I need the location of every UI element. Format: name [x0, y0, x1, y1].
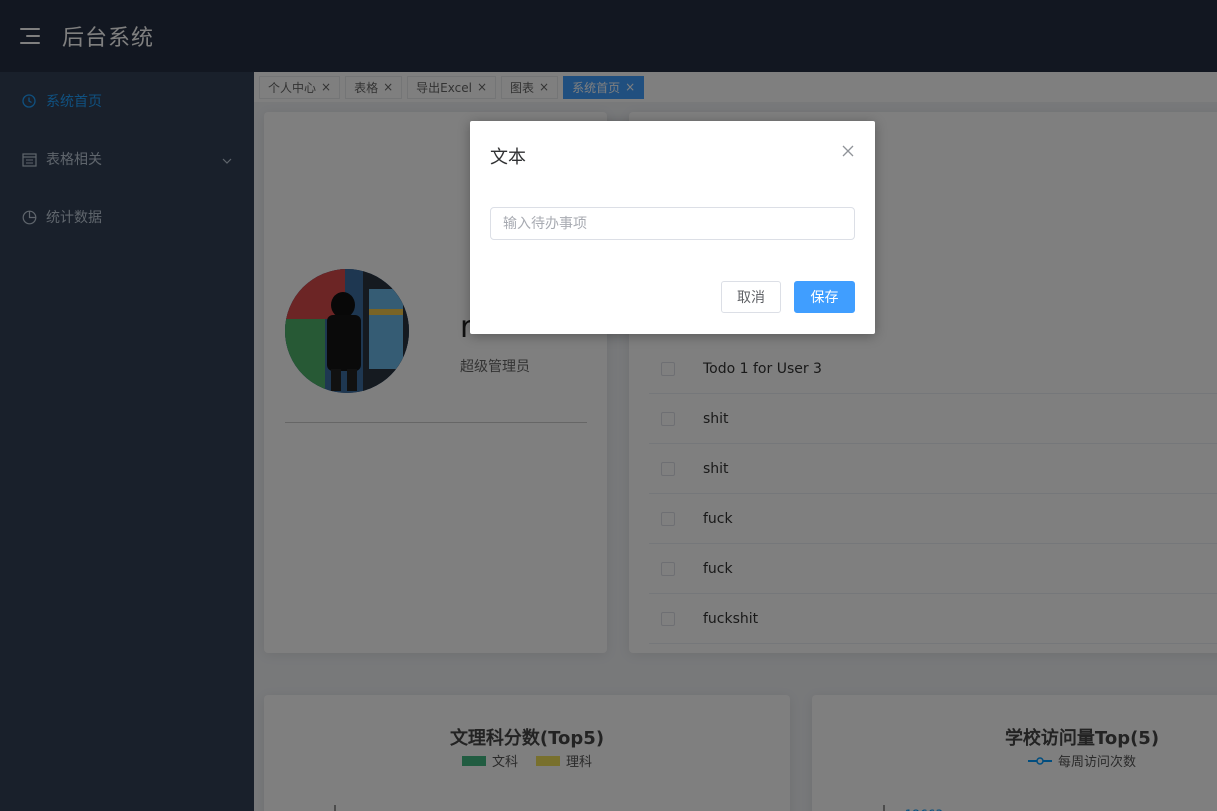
todo-dialog: 文本 取消 保存 [470, 121, 875, 334]
todo-input[interactable] [490, 207, 855, 240]
save-button[interactable]: 保存 [794, 281, 855, 313]
cancel-button[interactable]: 取消 [721, 281, 781, 313]
close-icon[interactable] [841, 143, 855, 157]
dialog-title: 文本 [490, 147, 526, 168]
